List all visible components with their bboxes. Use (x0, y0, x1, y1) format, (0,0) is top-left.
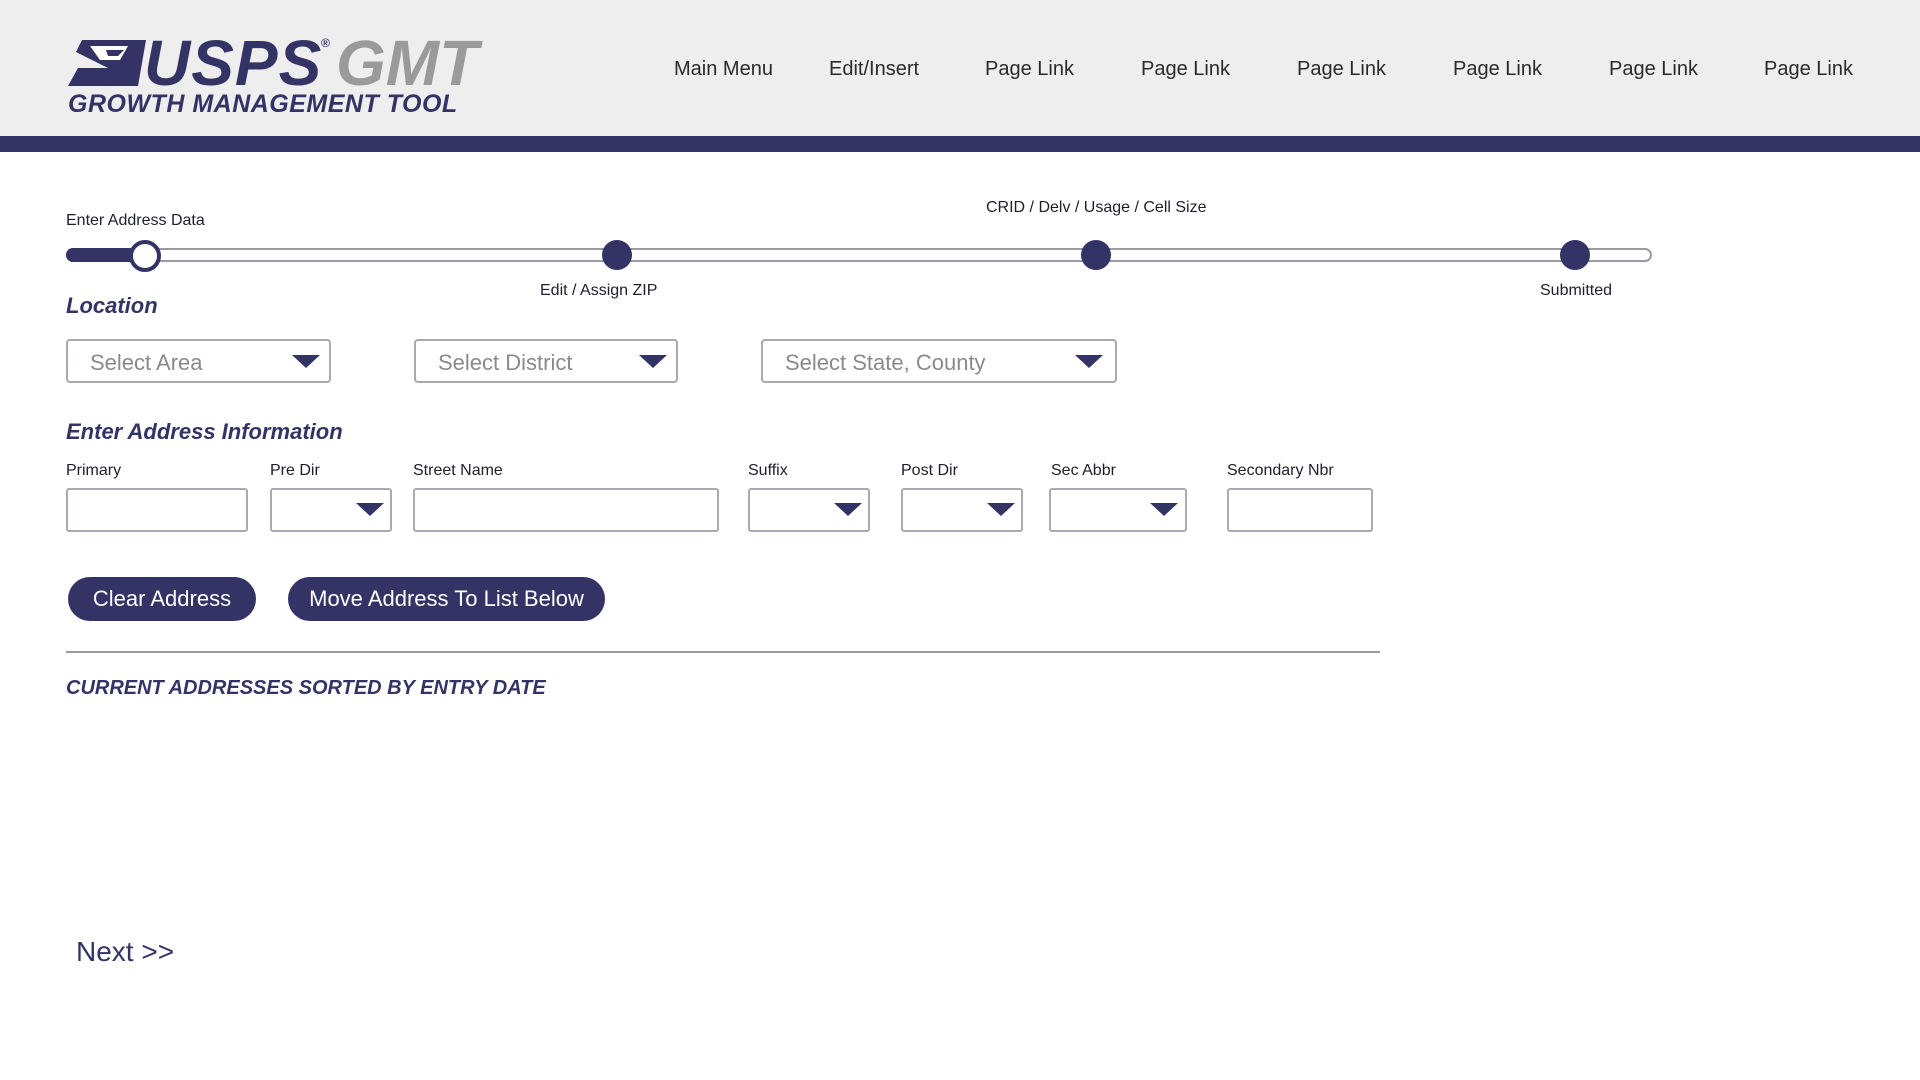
next-link[interactable]: Next >> (76, 936, 174, 968)
app-header: USPS ® GMT GROWTH MANAGEMENT TOOL Main M… (0, 0, 1920, 136)
header-accent-bar (0, 136, 1920, 152)
step-current-marker[interactable] (129, 240, 161, 272)
label-pre-dir: Pre Dir (270, 462, 320, 479)
suffix-select[interactable] (748, 488, 870, 532)
nav-page-link[interactable]: Page Link (1141, 58, 1230, 81)
select-district-placeholder: Select District (438, 350, 573, 375)
address-section-title: Enter Address Information (66, 419, 343, 444)
step-label-submitted: Submitted (1540, 282, 1613, 299)
current-addresses-title: CURRENT ADDRESSES SORTED BY ENTRY DATE (66, 677, 546, 699)
progress-track (66, 248, 1652, 262)
chevron-down-icon (987, 503, 1015, 516)
primary-field[interactable] (66, 488, 248, 532)
secondary-nbr-field[interactable] (1227, 488, 1373, 532)
sec-abbr-select[interactable] (1049, 488, 1187, 532)
clear-address-button[interactable]: Clear Address (68, 577, 256, 621)
step-dot-crid[interactable] (1081, 240, 1111, 270)
label-secondary-nbr: Secondary Nbr (1227, 462, 1334, 479)
nav-page-link[interactable]: Page Link (1297, 58, 1386, 81)
primary-input[interactable] (68, 490, 246, 530)
nav-page-link[interactable]: Page Link (985, 58, 1074, 81)
chevron-down-icon (292, 355, 320, 368)
chevron-down-icon (356, 503, 384, 516)
street-name-field[interactable] (413, 488, 719, 532)
nav-page-link[interactable]: Page Link (1764, 58, 1853, 81)
location-title: Location (66, 293, 158, 318)
section-divider (66, 651, 1380, 653)
select-district[interactable]: Select District (414, 339, 678, 383)
step-label-enter-address: Enter Address Data (66, 212, 205, 229)
label-primary: Primary (66, 462, 122, 479)
pre-dir-select[interactable] (270, 488, 392, 532)
post-dir-select[interactable] (901, 488, 1023, 532)
nav-page-link[interactable]: Page Link (1453, 58, 1542, 81)
chevron-down-icon (834, 503, 862, 516)
logo-tagline: GROWTH MANAGEMENT TOOL (68, 90, 458, 118)
step-dot-edit-assign-zip[interactable] (602, 240, 632, 270)
nav-main-menu[interactable]: Main Menu (674, 58, 773, 81)
select-state-county-placeholder: Select State, County (785, 350, 986, 375)
registered-mark: ® (321, 36, 330, 50)
select-area-placeholder: Select Area (90, 350, 203, 375)
street-name-input[interactable] (415, 490, 717, 530)
nav-page-link[interactable]: Page Link (1609, 58, 1698, 81)
step-label-edit-assign-zip: Edit / Assign ZIP (540, 282, 658, 299)
chevron-down-icon (1150, 503, 1178, 516)
nav-edit-insert[interactable]: Edit/Insert (829, 58, 919, 81)
label-post-dir: Post Dir (901, 462, 958, 479)
chevron-down-icon (1075, 355, 1103, 368)
step-label-crid: CRID / Delv / Usage / Cell Size (986, 199, 1207, 216)
step-dot-submitted[interactable] (1560, 240, 1590, 270)
select-area[interactable]: Select Area (66, 339, 331, 383)
label-suffix: Suffix (748, 462, 788, 479)
move-address-button[interactable]: Move Address To List Below (288, 577, 605, 621)
label-street-name: Street Name (413, 462, 503, 479)
secondary-nbr-input[interactable] (1229, 490, 1371, 530)
label-sec-abbr: Sec Abbr (1051, 462, 1116, 479)
select-state-county[interactable]: Select State, County (761, 339, 1117, 383)
top-nav: Main Menu Edit/Insert Page Link Page Lin… (0, 58, 1920, 84)
chevron-down-icon (639, 355, 667, 368)
